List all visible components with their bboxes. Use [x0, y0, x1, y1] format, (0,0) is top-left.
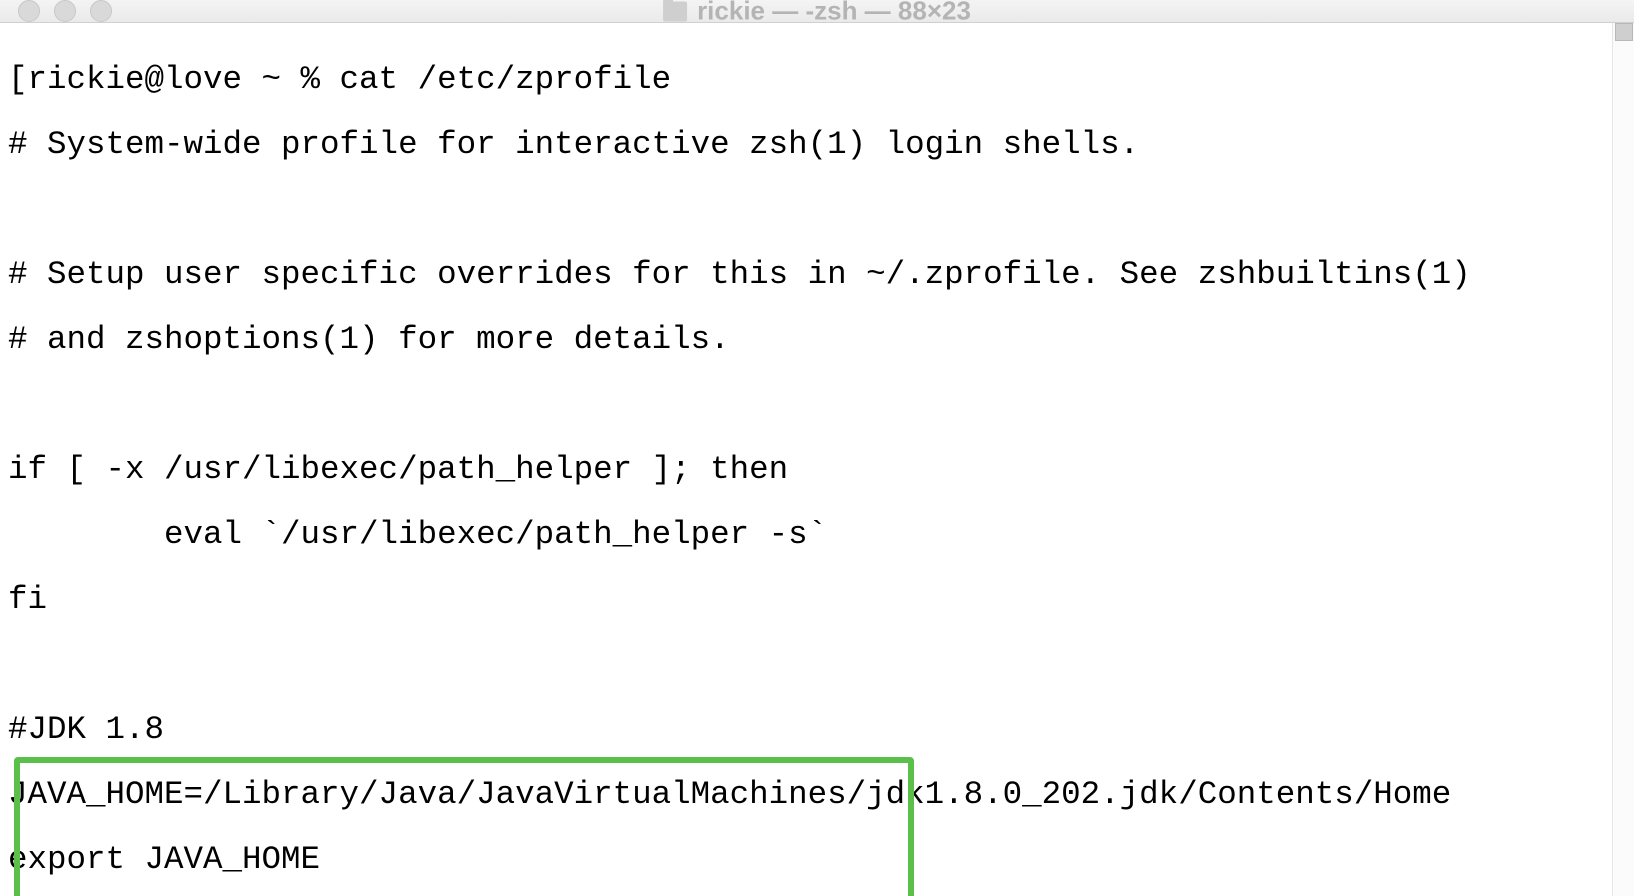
minimize-button[interactable] [54, 0, 76, 22]
folder-icon [663, 1, 687, 21]
terminal-line: # Setup user specific overrides for this… [8, 259, 1604, 292]
scroll-info-icon [1615, 23, 1633, 41]
terminal-line: # and zshoptions(1) for more details. [8, 324, 1604, 357]
scrollbar[interactable] [1612, 23, 1634, 896]
terminal-line: export JAVA_HOME [8, 844, 1604, 877]
traffic-lights [0, 0, 112, 22]
terminal-line: JAVA_HOME=/Library/Java/JavaVirtualMachi… [8, 779, 1604, 812]
terminal-line: if [ -x /usr/libexec/path_helper ]; then [8, 454, 1604, 487]
terminal-line [8, 389, 1604, 422]
zoom-button[interactable] [90, 0, 112, 22]
terminal-window: rickie — -zsh — 88×23 [rickie@love ~ % c… [0, 0, 1634, 896]
terminal-line: eval `/usr/libexec/path_helper -s` [8, 519, 1604, 552]
terminal-line [8, 649, 1604, 682]
terminal-output[interactable]: [rickie@love ~ % cat /etc/zprofile # Sys… [0, 23, 1612, 896]
terminal-line: # System-wide profile for interactive zs… [8, 129, 1604, 162]
terminal-body: [rickie@love ~ % cat /etc/zprofile # Sys… [0, 23, 1634, 896]
terminal-line [8, 194, 1604, 227]
terminal-line: #JDK 1.8 [8, 714, 1604, 747]
close-button[interactable] [18, 0, 40, 22]
terminal-line: fi [8, 584, 1604, 617]
titlebar: rickie — -zsh — 88×23 [0, 0, 1634, 23]
terminal-line: [rickie@love ~ % cat /etc/zprofile [8, 64, 1604, 97]
